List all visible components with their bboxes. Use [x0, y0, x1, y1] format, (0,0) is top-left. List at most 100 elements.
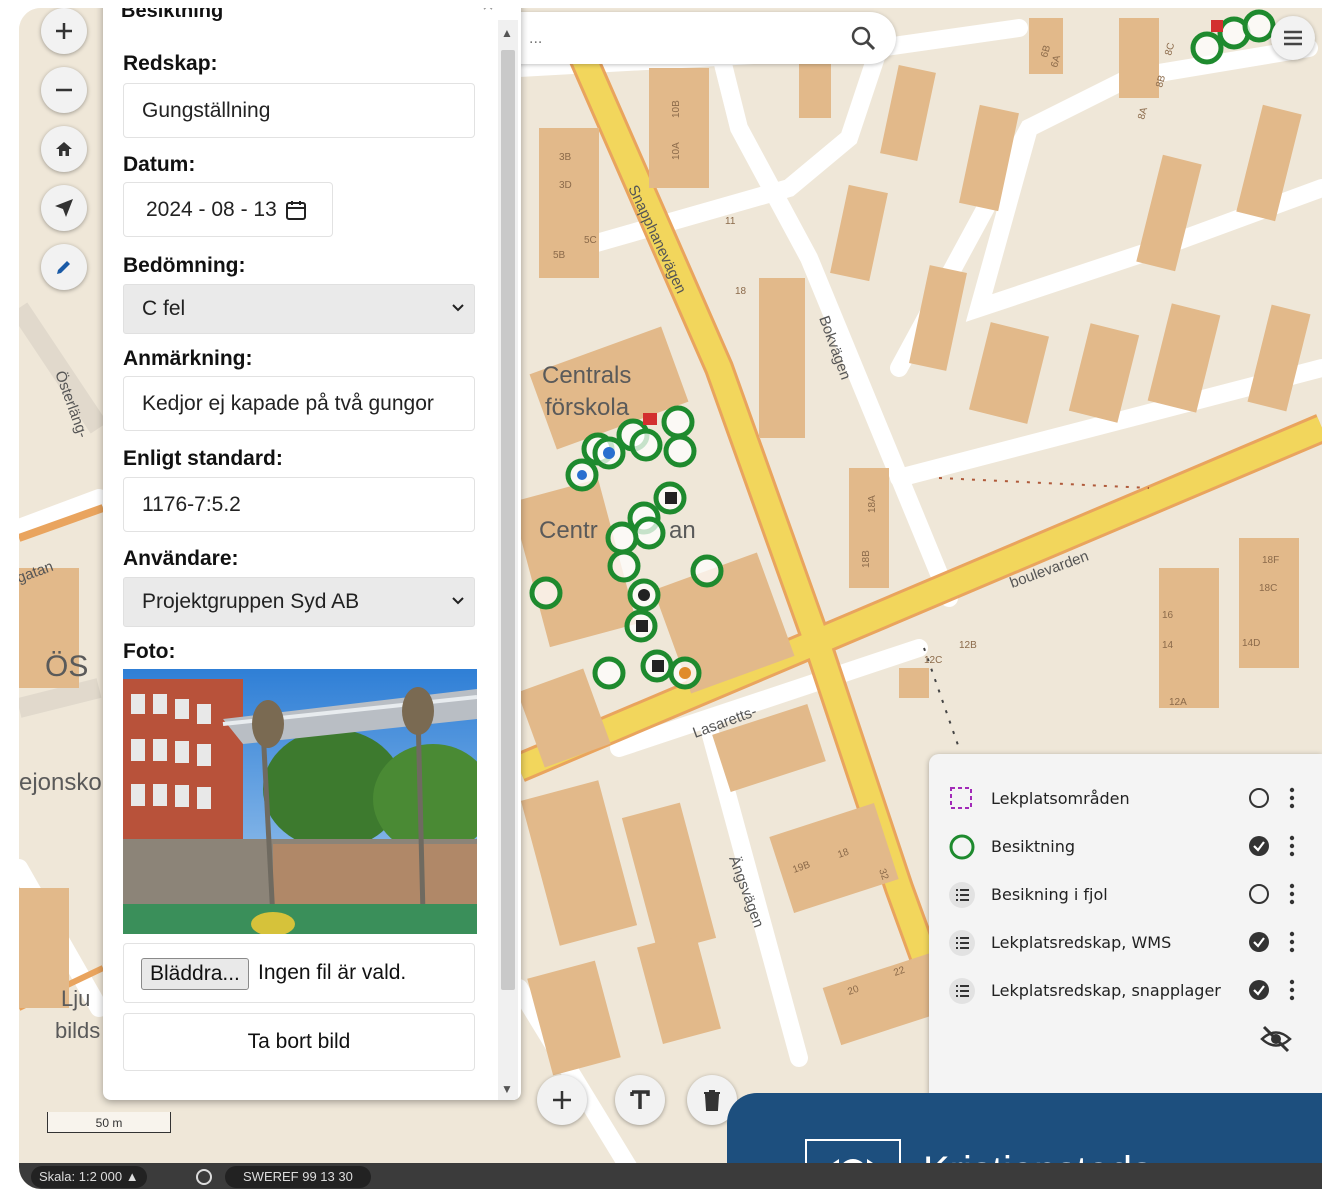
- anvandare-value: Projektgruppen Syd AB: [142, 590, 360, 613]
- bedomning-select[interactable]: C fel: [123, 284, 475, 334]
- close-icon[interactable]: ×: [471, 8, 505, 18]
- anmarkning-field[interactable]: Kedjor ej kapade på två gungor: [123, 376, 475, 431]
- chevron-down-icon: [452, 597, 464, 605]
- edit-button[interactable]: [41, 244, 87, 290]
- layer-name: Besikning i fjol: [991, 885, 1108, 904]
- layer-name: Lekplatsredskap, snapplager: [991, 981, 1221, 1000]
- zoom-out-button[interactable]: [41, 67, 87, 113]
- redskap-label: Redskap:: [123, 52, 218, 75]
- place-label: an: [669, 517, 696, 544]
- text-icon: [630, 1090, 650, 1109]
- datum-value: 2024 - 08 - 13: [146, 197, 277, 221]
- house-number: 5B: [553, 250, 566, 261]
- house-number: 18F: [1262, 555, 1279, 566]
- house-number: 3B: [559, 152, 572, 163]
- zoom-in-button[interactable]: [41, 8, 87, 54]
- scale-selector[interactable]: Skala: 1:2 000 ▲: [31, 1166, 147, 1188]
- house-number: 12C: [924, 655, 942, 666]
- house-number: 18C: [1259, 583, 1277, 594]
- scale-line: 50 m: [47, 1112, 171, 1133]
- foto-label: Foto:: [123, 640, 176, 663]
- caret-up-icon: ▲: [125, 1169, 139, 1184]
- layer-row[interactable]: Lekplatsredskap, snapplager: [929, 970, 1322, 1010]
- layer-row[interactable]: Besikning i fjol: [929, 874, 1322, 914]
- house-number: 10A: [671, 142, 682, 160]
- minus-icon: [56, 88, 72, 92]
- place-label: ejonsko: [19, 769, 102, 796]
- layer-row[interactable]: Besiktning: [929, 826, 1322, 866]
- home-button[interactable]: [41, 126, 87, 172]
- house-number: 12A: [1169, 697, 1187, 708]
- inspection-form-panel: Besiktning × Redskap: Gungställning Datu…: [103, 8, 521, 1100]
- navigation-arrow-icon: [55, 199, 73, 217]
- house-number: 14D: [1242, 638, 1260, 649]
- green-circle-icon: [949, 834, 975, 860]
- anvandare-select[interactable]: Projektgruppen Syd AB: [123, 577, 475, 627]
- standard-field[interactable]: 1176-7:5.2: [123, 477, 475, 532]
- standard-value: 1176-7:5.2: [142, 492, 241, 516]
- visibility-on-check-icon[interactable]: [1247, 978, 1271, 1002]
- scroll-down-icon[interactable]: ▼: [501, 1082, 513, 1096]
- plus-icon: [56, 23, 72, 39]
- file-upload-row: Bläddra... Ingen fil är vald.: [123, 943, 475, 1003]
- layer-name: Besiktning: [991, 837, 1076, 856]
- more-vertical-icon[interactable]: [1287, 930, 1297, 954]
- calendar-icon[interactable]: [285, 199, 307, 221]
- scroll-up-icon[interactable]: ▲: [501, 26, 513, 40]
- bedomning-label: Bedömning:: [123, 254, 246, 277]
- list-icon: [949, 882, 975, 908]
- add-feature-button[interactable]: [537, 1075, 587, 1125]
- dashed-square-icon: [950, 787, 972, 809]
- house-number: 10B: [671, 100, 682, 118]
- crosshair-icon[interactable]: [194, 1167, 214, 1187]
- place-label: Centrals: [542, 362, 631, 389]
- anmarkning-label: Anmärkning:: [123, 347, 253, 370]
- plus-icon: [553, 1091, 571, 1109]
- layer-row[interactable]: Lekplatsredskap, WMS: [929, 922, 1322, 962]
- bedomning-value: C fel: [142, 297, 186, 320]
- more-vertical-icon[interactable]: [1287, 882, 1297, 906]
- remove-image-button[interactable]: Ta bort bild: [123, 1013, 475, 1071]
- datum-label: Datum:: [123, 153, 196, 176]
- house-number: 5C: [584, 235, 597, 246]
- locate-button[interactable]: [41, 185, 87, 231]
- visibility-off-circle-icon[interactable]: [1247, 882, 1271, 906]
- anmarkning-value: Kedjor ej kapade på två gungor: [142, 391, 434, 415]
- list-icon: [949, 930, 975, 956]
- swing-photo-illustration: [123, 669, 477, 934]
- projection-selector[interactable]: SWEREF 99 13 30: [225, 1166, 371, 1188]
- place-label: förskola: [545, 394, 630, 421]
- list-icon: [949, 978, 975, 1004]
- search-icon[interactable]: [850, 25, 876, 51]
- visibility-off-circle-icon[interactable]: [1247, 786, 1271, 810]
- place-label: bilds: [55, 1018, 100, 1043]
- form-scrollbar[interactable]: ▲ ▼: [498, 20, 518, 1100]
- layer-name: Lekplatsredskap, WMS: [991, 933, 1172, 952]
- more-vertical-icon[interactable]: [1287, 834, 1297, 858]
- place-label: ÖS: [45, 650, 88, 683]
- more-vertical-icon[interactable]: [1287, 978, 1297, 1002]
- status-bar: Skala: 1:2 000 ▲ SWEREF 99 13 30: [19, 1163, 1322, 1189]
- anvandare-label: Användare:: [123, 547, 239, 570]
- house-number: 11: [725, 216, 736, 227]
- visibility-on-check-icon[interactable]: [1247, 930, 1271, 954]
- home-icon: [56, 142, 72, 156]
- layer-row[interactable]: Lekplatsområden: [929, 778, 1322, 818]
- redskap-field[interactable]: Gungställning: [123, 83, 475, 138]
- text-tool-button[interactable]: [615, 1075, 665, 1125]
- layer-name: Lekplatsområden: [991, 789, 1130, 808]
- hide-all-layers-icon[interactable]: [1259, 1024, 1293, 1054]
- house-number: 14: [1162, 640, 1174, 651]
- house-number: 18: [735, 286, 747, 297]
- visibility-on-check-icon[interactable]: [1247, 834, 1271, 858]
- scrollbar-thumb[interactable]: [501, 50, 515, 990]
- datum-field[interactable]: 2024 - 08 - 13: [123, 182, 333, 237]
- hamburger-icon: [1284, 30, 1302, 46]
- menu-button[interactable]: [1271, 16, 1315, 60]
- search-input[interactable]: [499, 12, 851, 66]
- place-label: Lju: [61, 986, 90, 1011]
- house-number: 12B: [959, 640, 977, 651]
- search-bar[interactable]: [499, 12, 896, 66]
- more-vertical-icon[interactable]: [1287, 786, 1297, 810]
- browse-button[interactable]: Bläddra...: [141, 958, 249, 990]
